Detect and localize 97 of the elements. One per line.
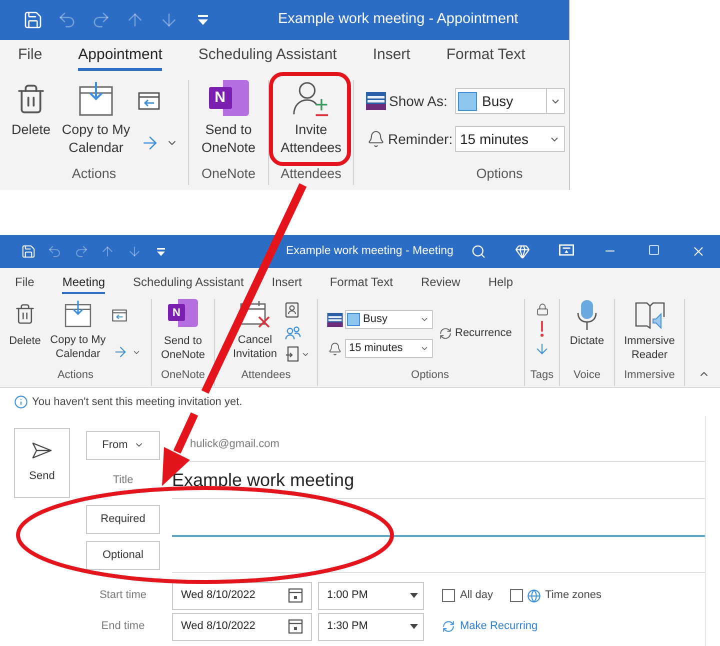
ribbon-tab[interactable]: Appointment [78,45,162,71]
all-day-checkbox[interactable] [442,589,455,602]
recurrence-button[interactable]: Recurrence [439,325,512,342]
start-date-field[interactable]: Wed 8/10/2022 [172,582,312,610]
ribbon-tab[interactable]: Insert [372,45,410,71]
copy-to-calendar-button[interactable]: Copy to My Calendar [56,80,136,163]
person-add-icon [292,80,330,118]
calendar-down-arrow-icon [78,81,114,117]
invite-attendees-button[interactable]: Invite Attendees [275,80,347,163]
group-label: Attendees [280,165,342,183]
bell-icon [328,340,342,356]
make-recurring-link[interactable]: Make Recurring [442,618,538,635]
striped-tile-icon[interactable] [366,92,386,110]
group-label: Voice [572,368,602,383]
cancel-invitation-button[interactable]: Cancel Invitation [227,299,283,364]
send-button[interactable]: Send [14,428,70,498]
info-icon [14,395,28,409]
delete-button[interactable]: Delete [6,299,44,364]
caret-icon [410,624,418,629]
recipient-button[interactable]: Optional [86,540,160,570]
group-label: Tags [529,368,555,383]
immersive-reader-button[interactable]: Immersive Reader [618,299,680,364]
ribbon-tab[interactable]: Insert [272,274,302,294]
microphone-icon [577,300,597,330]
ribbon-tab[interactable]: Scheduling Assistant [133,274,244,294]
group-label: Immersive [623,368,676,383]
start-time-dropdown[interactable]: 1:00 PM [318,582,424,610]
maximize-icon[interactable] [648,244,660,256]
save-icon[interactable] [20,244,36,259]
calendar-cross-icon [240,300,270,328]
dictate-button[interactable]: Dictate [570,299,604,364]
people-icon[interactable] [285,326,301,340]
ribbon-tab[interactable]: Format Text [446,45,526,71]
show-as-dropdown[interactable]: Busy [455,88,565,114]
cycle-icon [442,620,455,633]
calendar-down-arrow-icon [64,300,92,328]
group-label: Options [475,165,524,183]
status-swatch-icon [458,92,477,110]
ribbon-tab[interactable]: Format Text [330,274,393,294]
reminder-label: Reminder: [388,130,454,148]
show-as-label: Show As: [389,92,448,110]
trash-icon [14,302,36,326]
end-time-dropdown[interactable]: 1:30 PM [318,612,424,640]
ribbon-tab[interactable]: File [15,274,34,294]
globe-icon [527,588,542,602]
group-label: Attendees [240,368,292,383]
ribbon-display-icon[interactable] [558,244,574,256]
from-button[interactable]: From [86,430,160,460]
start-time-label: Start time [98,588,148,604]
exclamation-icon[interactable] [540,321,544,337]
info-message: You haven't sent this meeting invitation yet. [32,394,242,410]
window-title: Example work meeting - Appointment [278,10,518,30]
response-options-button[interactable] [285,346,310,362]
customize-icon[interactable] [198,15,208,25]
delete-button[interactable]: Delete [8,80,54,163]
bell-icon [367,129,385,149]
group-label: Actions [70,165,118,183]
time-zones-checkbox[interactable] [510,589,524,602]
address-book-icon[interactable] [285,302,299,318]
group-label: OneNote [160,368,206,383]
save-icon[interactable] [23,10,43,30]
title-label: Title [112,473,134,488]
diamond-icon[interactable] [514,244,530,259]
ribbon-tab[interactable]: File [18,45,42,71]
striped-tile-icon[interactable] [327,312,343,326]
customize-icon[interactable] [156,248,165,256]
paper-plane-icon [32,442,52,459]
lock-icon[interactable] [536,302,548,317]
window-title: Example work meeting - Meeting [286,244,454,259]
caret-icon [420,315,429,324]
book-speaker-icon [634,301,664,329]
reminder-dropdown[interactable]: 15 minutes [345,339,433,358]
ribbon-tab[interactable]: Meeting [62,274,106,294]
end-date-field[interactable]: Wed 8/10/2022 [172,612,312,640]
calendar-icon [288,619,303,634]
show-as-dropdown[interactable]: Busy [345,310,433,329]
ribbon-tab[interactable]: Help [488,274,513,294]
group-label: Actions [56,368,95,383]
send-to-onenote-button[interactable]: N Send to OneNote [196,80,260,163]
search-icon[interactable] [470,244,486,259]
end-time-label: End time [100,619,146,634]
caret-icon [420,344,429,353]
group-label: Options [410,368,450,383]
ribbon-tab[interactable]: Scheduling Assistant [198,45,337,71]
reminder-dropdown[interactable]: 15 minutes [455,126,565,152]
caret-icon [410,593,418,598]
status-swatch-icon [347,313,360,326]
cycle-icon [439,326,452,340]
ribbon-tab[interactable]: Review [420,274,460,294]
trash-icon [15,82,47,116]
copy-to-calendar-button[interactable]: Copy to My Calendar [46,299,110,364]
recipient-button[interactable]: Required [86,504,160,534]
send-to-onenote-button[interactable]: N Send to OneNote [156,299,210,364]
all-day-label: All day [460,588,494,604]
time-zones-label: Time zones [545,588,602,604]
group-label: OneNote [200,165,257,183]
calendar-icon [288,588,303,603]
